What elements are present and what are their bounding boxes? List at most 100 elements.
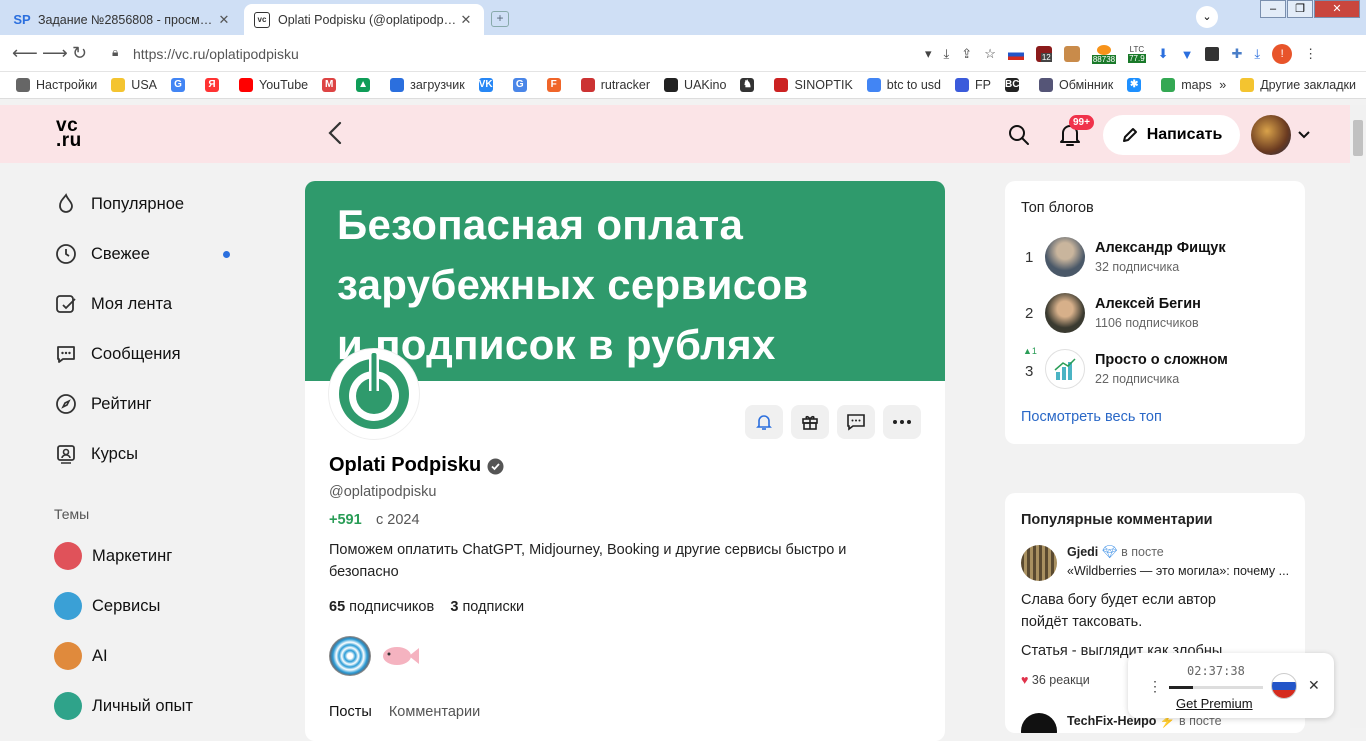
tab-comments[interactable]: Комментарии xyxy=(389,704,480,720)
russia-flag-icon[interactable] xyxy=(1271,673,1297,699)
subscribe-bell-button[interactable] xyxy=(745,405,783,439)
extension-icon[interactable]: 12 xyxy=(1035,46,1052,62)
downloads-icon[interactable]: ⤓ xyxy=(1254,46,1260,62)
profile-icon[interactable]: ! xyxy=(1272,44,1293,64)
bookmark-item[interactable]: ▲ xyxy=(356,78,376,92)
back-chevron-icon[interactable] xyxy=(327,120,343,153)
tab-search-icon[interactable]: ⌄ xyxy=(1196,6,1218,28)
other-bookmarks-folder[interactable]: Другие закладки xyxy=(1240,78,1356,92)
bookmark-item[interactable]: rutracker xyxy=(580,78,650,92)
top-blog-row[interactable]: 1 Александр Фищук 32 подписчика xyxy=(1021,237,1291,277)
close-tab-icon[interactable]: ✕ xyxy=(216,12,232,28)
sidebar-item-messages[interactable]: Сообщения xyxy=(54,342,181,366)
bookmark-item[interactable]: maps xyxy=(1161,78,1212,92)
bitcoin-ticker[interactable]: 88738 xyxy=(1091,44,1117,64)
extension-icon[interactable]: ▼ xyxy=(1181,47,1194,62)
bookmarks-overflow-icon[interactable]: » xyxy=(1219,78,1226,92)
tab-posts[interactable]: Посты xyxy=(329,704,372,720)
close-widget-icon[interactable]: ✕ xyxy=(1308,677,1320,694)
ltc-ticker[interactable]: LTC 77.9 xyxy=(1128,45,1146,63)
spiral-badge-icon[interactable] xyxy=(329,636,371,676)
bookmark-item[interactable]: UAKino xyxy=(664,78,726,92)
get-premium-link[interactable]: Get Premium xyxy=(1176,696,1253,711)
sidebar-item-rating[interactable]: Рейтинг xyxy=(54,392,152,416)
bookmark-item[interactable]: ♞ xyxy=(740,78,760,92)
chevron-down-icon[interactable] xyxy=(1298,128,1310,142)
reload-icon[interactable]: ↻ xyxy=(72,43,87,64)
back-arrow-icon[interactable]: ⟵ xyxy=(12,43,38,64)
sidebar-item-fresh[interactable]: Свежее xyxy=(54,242,150,266)
see-all-top-link[interactable]: Посмотреть весь топ xyxy=(1021,409,1162,425)
maximize-button[interactable]: ❐ xyxy=(1287,0,1313,18)
extension-icon[interactable] xyxy=(1205,47,1220,61)
top-blog-row[interactable]: 2 Алексей Бегин 1106 подписчиков xyxy=(1021,293,1291,333)
bookmark-item[interactable]: USA xyxy=(111,78,157,92)
bookmark-item[interactable]: FP xyxy=(954,78,991,92)
browser-tab[interactable]: SP Задание №2856808 - просмотр за ✕ xyxy=(4,4,242,35)
star-icon[interactable]: ☆ xyxy=(984,46,996,62)
flag-ru-icon[interactable] xyxy=(1007,48,1024,60)
puzzle-icon[interactable]: ✚ xyxy=(1231,46,1242,62)
menu-icon[interactable]: ⋮ xyxy=(1304,46,1317,62)
sidebar-item-popular[interactable]: Популярное xyxy=(54,192,184,216)
bookmark-item[interactable]: YouTube xyxy=(239,78,308,92)
bookmark-item[interactable]: Я xyxy=(205,78,225,92)
minimize-button[interactable]: – xyxy=(1260,0,1286,18)
write-button[interactable]: Написать xyxy=(1103,115,1240,155)
bookmark-item[interactable]: M xyxy=(322,78,342,92)
profile-rating[interactable]: +591 xyxy=(329,512,362,528)
dropdown-icon[interactable]: ▾ xyxy=(925,46,932,62)
more-options-button[interactable] xyxy=(883,405,921,439)
widget-menu-icon[interactable]: ⋮ xyxy=(1148,678,1162,695)
bookmark-item[interactable]: загрузчик xyxy=(390,78,465,92)
url-field[interactable]: https://vc.ru/oplatipodpisku xyxy=(133,44,973,64)
comment-author-avatar[interactable] xyxy=(1021,713,1057,733)
comment-text[interactable]: Слава богу будет если автор пойдёт таксо… xyxy=(1021,589,1241,633)
bookmark-item[interactable]: F xyxy=(546,78,567,92)
scrollbar[interactable] xyxy=(1350,105,1366,728)
comment-post-title[interactable]: «Wildberries — это могила»: почему ... xyxy=(1067,564,1292,578)
bookmark-item[interactable]: ✱ xyxy=(1127,78,1147,92)
download-icon[interactable]: ⬇ xyxy=(1158,46,1169,62)
donate-button[interactable] xyxy=(791,405,829,439)
vc-logo[interactable]: vc .ru xyxy=(56,116,82,151)
bookmark-item[interactable]: Обмінник xyxy=(1038,78,1113,92)
bookmark-item[interactable]: btc to usd xyxy=(866,78,941,92)
new-tab-button[interactable]: + xyxy=(491,11,509,27)
message-button[interactable] xyxy=(837,405,875,439)
bookmarks-bar: Настройки USA G Я YouTube M ▲ загрузчик VK G Frutr… xyxy=(0,72,1366,99)
topic-ai[interactable]: AI xyxy=(54,642,108,670)
search-icon[interactable] xyxy=(1008,124,1030,151)
bookmark-item[interactable]: G xyxy=(171,78,191,92)
share-icon[interactable]: ⇪ xyxy=(961,46,972,62)
bookmark-item[interactable]: BC xyxy=(1004,78,1025,92)
install-icon[interactable]: ⤓ xyxy=(944,46,950,62)
bookmark-item[interactable]: G xyxy=(512,78,533,92)
extension-icon[interactable] xyxy=(1063,46,1080,62)
topic-personal-experience[interactable]: Личный опыт xyxy=(54,692,193,720)
courses-icon xyxy=(54,442,78,466)
top-blog-row[interactable]: ▲1 3 Просто о сложном 22 подписчика xyxy=(1021,346,1291,389)
topic-services[interactable]: Сервисы xyxy=(54,592,160,620)
sidebar-item-feed[interactable]: Моя лента xyxy=(54,292,172,316)
services-topic-icon xyxy=(54,592,82,620)
profile-logo[interactable] xyxy=(328,348,420,440)
forward-arrow-icon[interactable]: ⟶ xyxy=(42,43,68,64)
scrollbar-thumb[interactable] xyxy=(1353,120,1363,156)
topic-marketing[interactable]: Маркетинг xyxy=(54,542,172,570)
comment-author-avatar[interactable] xyxy=(1021,545,1057,581)
followers-link[interactable]: 65 подписчиков xyxy=(329,599,434,615)
close-window-button[interactable]: ✕ xyxy=(1314,0,1360,18)
bookmark-item[interactable]: VK xyxy=(478,78,499,92)
following-link[interactable]: 3 подписки xyxy=(450,599,524,615)
bookmark-item[interactable]: SINOPTIK xyxy=(774,78,853,92)
browser-tab-active[interactable]: vc Oplati Podpisku (@oplatipodpisku ✕ xyxy=(244,4,484,35)
comment-author[interactable]: Gjedi xyxy=(1067,545,1098,559)
user-avatar[interactable] xyxy=(1251,115,1291,155)
logo-bottom: .ru xyxy=(56,130,82,151)
fish-badge-icon[interactable] xyxy=(377,636,419,676)
sidebar-item-courses[interactable]: Курсы xyxy=(54,442,138,466)
comment-reactions[interactable]: ♥ 36 реакци xyxy=(1021,673,1090,687)
bookmark-item[interactable]: Настройки xyxy=(16,78,97,92)
close-tab-icon[interactable]: ✕ xyxy=(458,12,474,28)
